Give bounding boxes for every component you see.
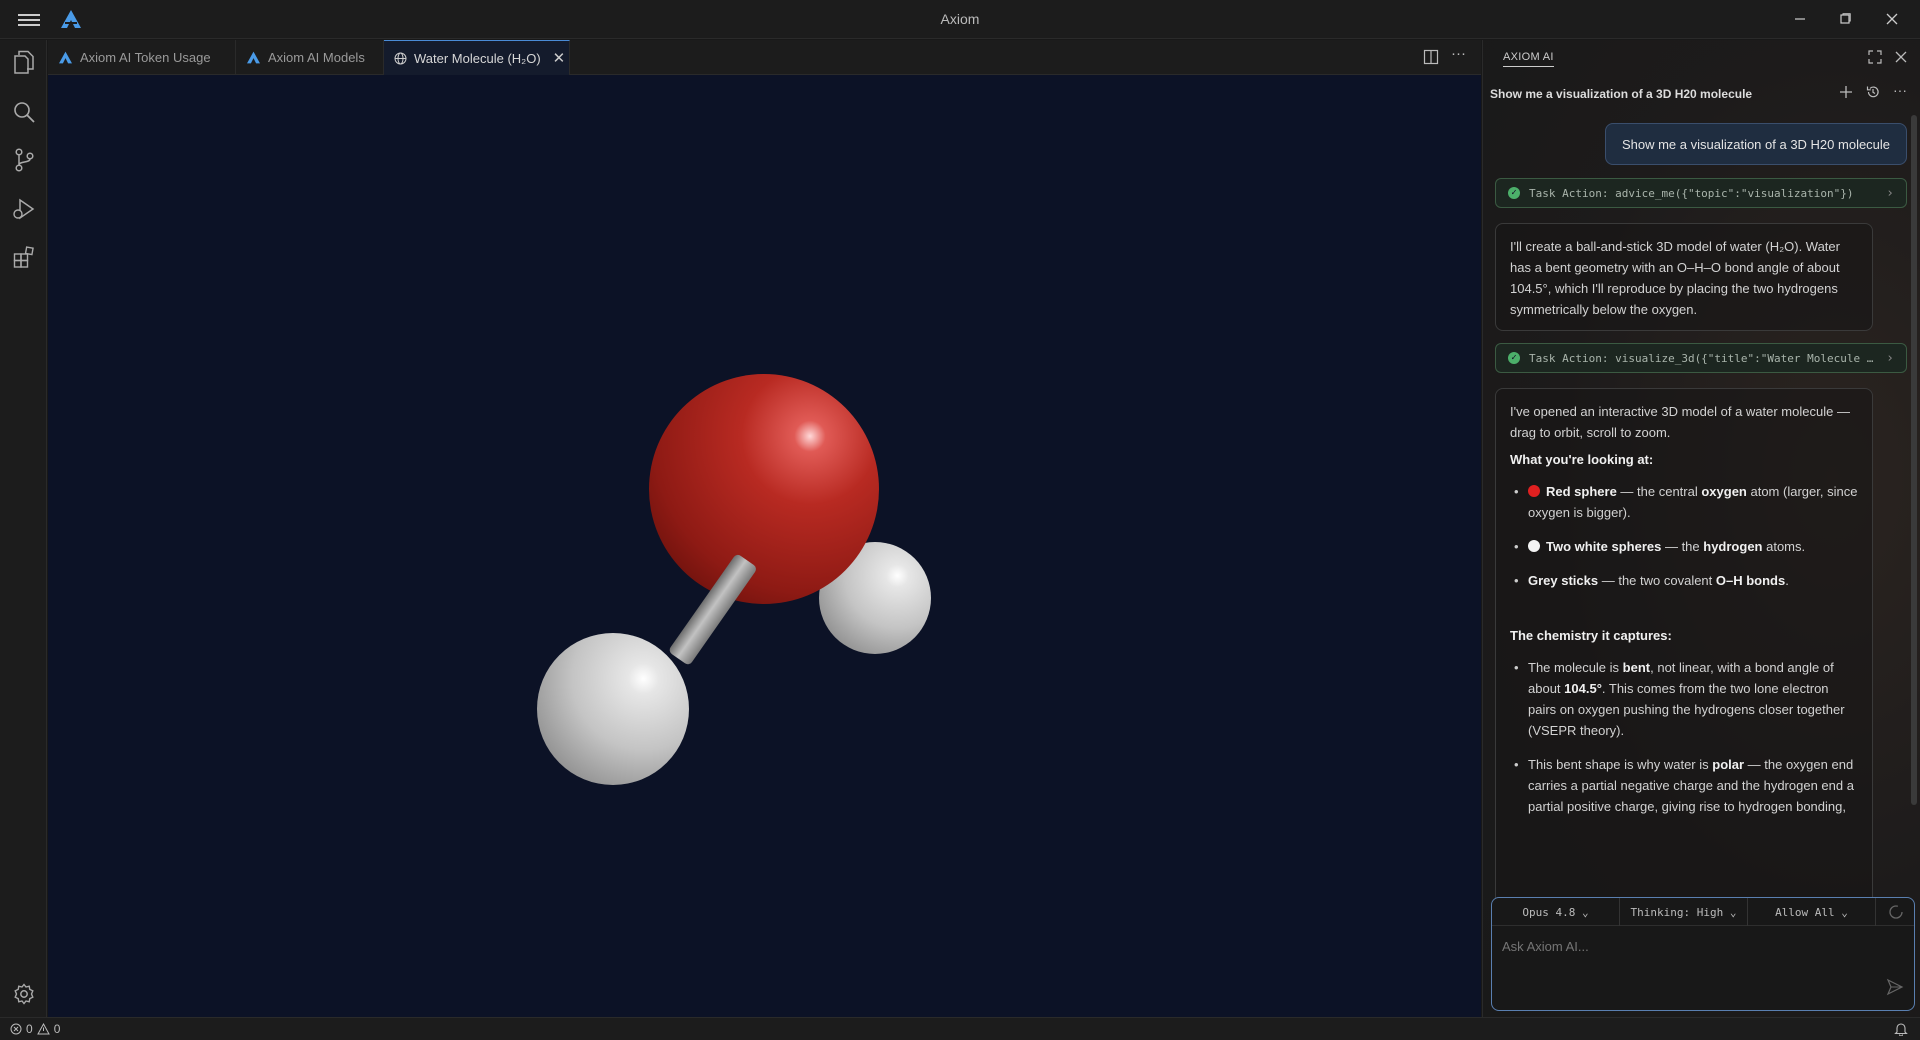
permissions-selector[interactable]: Allow All ⌄	[1748, 898, 1876, 926]
axiom-logo-icon	[60, 9, 82, 34]
new-chat-icon[interactable]	[1839, 85, 1853, 104]
hamburger-menu-icon[interactable]	[18, 11, 40, 29]
task-action-visualize[interactable]: ✓ Task Action: visualize_3d({"title":"Wa…	[1495, 343, 1907, 373]
molecule-3d-viewport[interactable]	[48, 75, 1481, 1017]
section-heading: What you're looking at:	[1510, 452, 1654, 467]
loading-spinner-icon	[1888, 904, 1904, 925]
close-panel-icon[interactable]	[1894, 50, 1908, 69]
status-bar: 0 0	[0, 1017, 1920, 1040]
tab-label: Axiom AI Token Usage	[80, 50, 211, 65]
red-circle-icon	[1528, 485, 1540, 497]
check-circle-icon: ✓	[1508, 187, 1520, 199]
tab-label: Water Molecule (H₂O)	[414, 50, 541, 66]
axiom-tab-icon	[247, 51, 260, 64]
editor-tab-bar: Axiom AI Token Usage Axiom AI Models Wat…	[48, 40, 1481, 75]
tab-water-molecule[interactable]: Water Molecule (H₂O) ✕	[384, 40, 570, 75]
task-action-text: Task Action: advice_me({"topic":"visuali…	[1529, 186, 1854, 200]
close-tab-icon[interactable]: ✕	[553, 49, 566, 67]
oxygen-atom	[649, 374, 879, 604]
run-debug-icon[interactable]	[10, 195, 37, 222]
chat-scrollbar[interactable]	[1911, 115, 1917, 805]
axiom-tab-icon	[59, 51, 72, 64]
extensions-icon[interactable]	[10, 243, 37, 270]
notifications-bell-icon[interactable]	[1894, 1022, 1908, 1039]
maximize-panel-icon[interactable]	[1868, 50, 1882, 69]
settings-gear-icon[interactable]	[10, 980, 37, 1007]
explorer-icon[interactable]	[10, 48, 37, 75]
send-icon[interactable]	[1886, 978, 1904, 1001]
list-item: The molecule is bent, not linear, with a…	[1510, 657, 1858, 741]
more-actions-icon[interactable]: ···	[1451, 45, 1466, 62]
task-action-text: Task Action: visualize_3d({"title":"Wate…	[1529, 351, 1874, 365]
chevron-right-icon: ›	[1886, 351, 1894, 366]
source-control-icon[interactable]	[10, 146, 37, 173]
problems-indicator[interactable]: 0 0	[10, 1022, 60, 1036]
white-circle-icon	[1528, 540, 1540, 552]
chat-more-icon[interactable]: ···	[1893, 82, 1907, 98]
model-selector[interactable]: Opus 4.8 ⌄	[1492, 898, 1620, 926]
list-item: Two white spheres — the hydrogen atoms.	[1510, 536, 1858, 557]
check-circle-icon: ✓	[1508, 352, 1520, 364]
error-icon	[10, 1023, 22, 1035]
task-action-advice[interactable]: ✓ Task Action: advice_me({"topic":"visua…	[1495, 178, 1907, 208]
close-window-icon[interactable]	[1877, 8, 1907, 30]
minimize-icon[interactable]	[1785, 8, 1815, 30]
warning-count: 0	[53, 1022, 61, 1036]
activity-bar	[0, 40, 47, 1017]
tab-models[interactable]: Axiom AI Models	[236, 40, 384, 75]
panel-title: AXIOM AI	[1503, 51, 1554, 67]
panel-header: AXIOM AI	[1483, 40, 1920, 75]
thinking-selector[interactable]: Thinking: High ⌄	[1620, 898, 1748, 926]
assistant-message-1: I'll create a ball-and-stick 3D model of…	[1495, 223, 1873, 331]
hydrogen-atom-left	[537, 633, 689, 785]
title-bar: Axiom	[0, 0, 1920, 39]
list-item: Grey sticks — the two covalent O–H bonds…	[1510, 570, 1858, 591]
axiom-ai-panel: AXIOM AI Show me a visualization of a 3D…	[1482, 40, 1920, 1017]
restore-icon[interactable]	[1830, 8, 1860, 30]
globe-icon	[394, 52, 407, 64]
user-message: Show me a visualization of a 3D H20 mole…	[1605, 123, 1907, 165]
chat-input[interactable]	[1502, 934, 1882, 958]
warning-icon	[36, 1023, 50, 1035]
search-icon[interactable]	[10, 98, 37, 125]
window-title: Axiom	[940, 11, 980, 27]
list-item: This bent shape is why water is polar — …	[1510, 754, 1858, 817]
assistant-intro: I've opened an interactive 3D model of a…	[1510, 404, 1850, 440]
assistant-message-text: I'll create a ball-and-stick 3D model of…	[1510, 239, 1840, 317]
section-heading: The chemistry it captures:	[1510, 628, 1672, 643]
chevron-right-icon: ›	[1886, 186, 1894, 201]
chat-options-row: Opus 4.8 ⌄ Thinking: High ⌄ Allow All ⌄	[1492, 898, 1914, 926]
assistant-message-2: I've opened an interactive 3D model of a…	[1495, 388, 1873, 918]
split-editor-icon[interactable]	[1423, 49, 1439, 70]
list-item: Red sphere — the central oxygen atom (la…	[1510, 481, 1858, 523]
error-count: 0	[26, 1022, 33, 1036]
conversation-title: Show me a visualization of a 3D H20 mole…	[1490, 87, 1753, 101]
tab-token-usage[interactable]: Axiom AI Token Usage	[48, 40, 236, 75]
chat-input-box: Opus 4.8 ⌄ Thinking: High ⌄ Allow All ⌄	[1491, 897, 1915, 1011]
history-icon[interactable]	[1866, 85, 1880, 104]
tab-label: Axiom AI Models	[268, 50, 365, 65]
